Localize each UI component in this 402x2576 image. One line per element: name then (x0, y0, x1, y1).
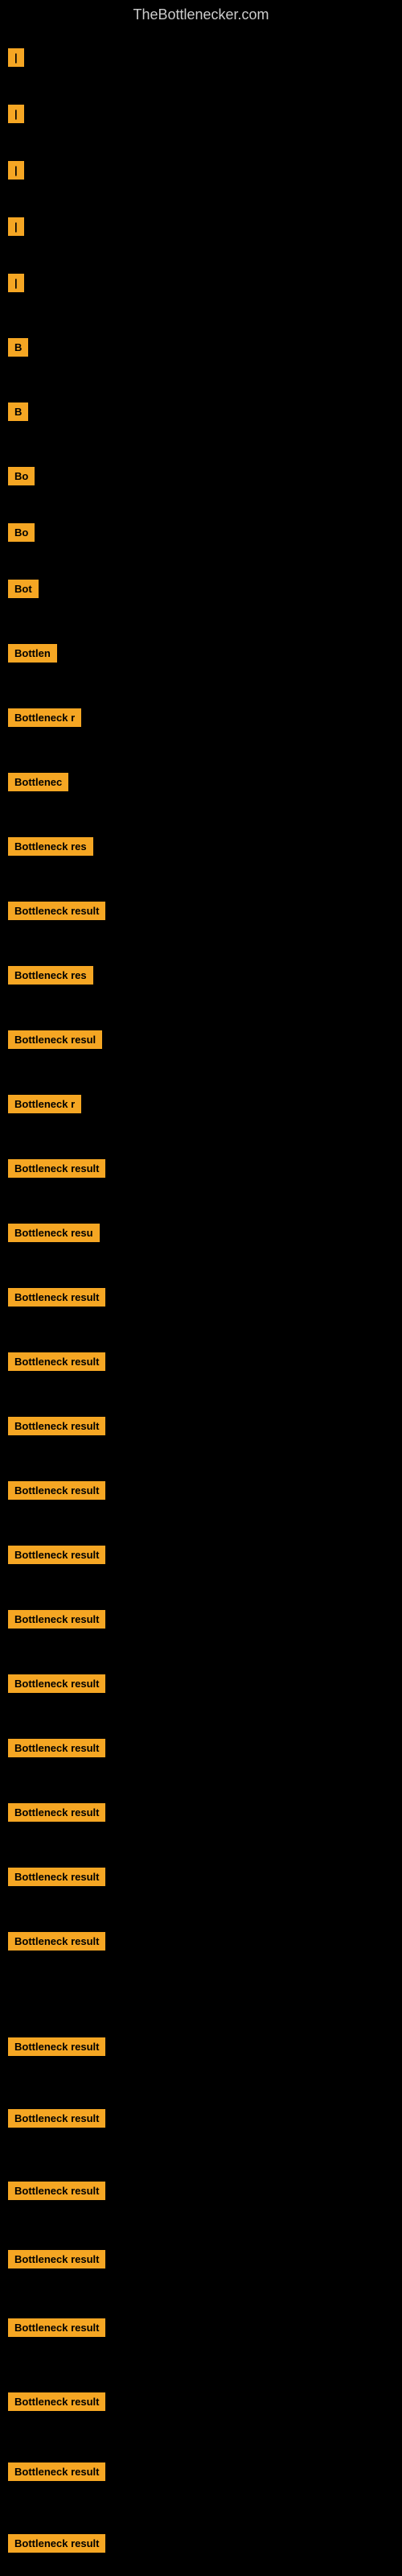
bottleneck-item: Bottleneck result (8, 2182, 105, 2200)
bottleneck-item: Bottleneck resul (8, 1030, 102, 1049)
bottleneck-item: Bottleneck resu (8, 1224, 100, 1242)
bottleneck-item: | (8, 161, 24, 180)
bottleneck-item: Bottleneck result (8, 2318, 105, 2337)
site-title: TheBottlenecker.com (0, 0, 402, 30)
bottleneck-item: Bottleneck result (8, 1868, 105, 1886)
bottleneck-item: Bottleneck result (8, 1932, 105, 1951)
bottleneck-item: Bottleneck result (8, 1288, 105, 1307)
bottleneck-item: | (8, 274, 24, 292)
bottleneck-item: Bottleneck r (8, 708, 81, 727)
bottleneck-item: B (8, 402, 28, 421)
bottleneck-item: Bottleneck result (8, 1674, 105, 1693)
bottleneck-item: Bottleneck result (8, 2392, 105, 2411)
bottleneck-item: B (8, 338, 28, 357)
bottleneck-item: Bottleneck result (8, 1159, 105, 1178)
bottleneck-item: Bottlen (8, 644, 57, 663)
bottleneck-item: | (8, 105, 24, 123)
bottleneck-item: Bottleneck result (8, 2462, 105, 2481)
bottleneck-item: Bottleneck result (8, 2534, 105, 2553)
bottleneck-item: Bottleneck res (8, 966, 93, 985)
bottleneck-item: Bottleneck result (8, 1739, 105, 1757)
bottleneck-item: Bottleneck result (8, 902, 105, 920)
bottleneck-item: Bottlenec (8, 773, 68, 791)
bottleneck-item: Bottleneck result (8, 2250, 105, 2268)
bottleneck-item: Bottleneck result (8, 2037, 105, 2056)
bottleneck-item: Bottleneck result (8, 1803, 105, 1822)
bottleneck-item: Bottleneck result (8, 1417, 105, 1435)
bottleneck-item: Bo (8, 467, 35, 485)
bottleneck-item: Bottleneck result (8, 1481, 105, 1500)
bottleneck-item: | (8, 217, 24, 236)
bottleneck-item: Bottleneck result (8, 1352, 105, 1371)
bottleneck-item: Bottleneck result (8, 1610, 105, 1629)
bottleneck-item: Bottleneck res (8, 837, 93, 856)
bottleneck-item: Bottleneck result (8, 1546, 105, 1564)
bottleneck-item: Bot (8, 580, 39, 598)
bottleneck-item: Bottleneck result (8, 2109, 105, 2128)
bottleneck-item: | (8, 48, 24, 67)
bottleneck-item: Bo (8, 523, 35, 542)
bottleneck-item: Bottleneck r (8, 1095, 81, 1113)
